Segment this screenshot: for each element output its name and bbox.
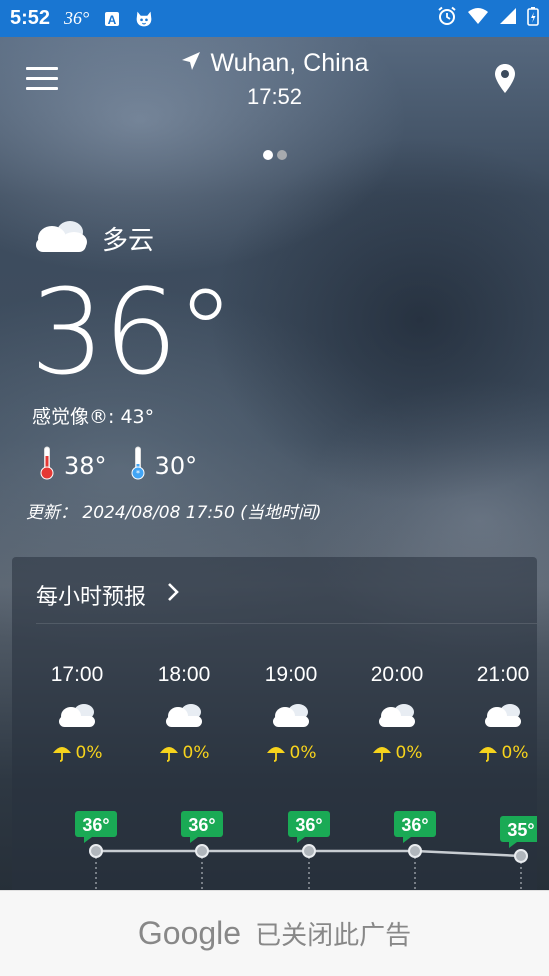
- temp-badge: 36°: [75, 811, 117, 843]
- app-a-icon: A: [103, 10, 121, 28]
- condition-text: 多云: [102, 225, 155, 256]
- thermometer-cold-icon: *: [131, 446, 145, 486]
- chevron-right-icon: [166, 582, 180, 608]
- header: Wuhan, China 17:52: [0, 37, 549, 127]
- hourly-list: 17:00 0% 18:00 0% 19:00 0% 20:00 0% 21:0…: [12, 663, 537, 783]
- hour-time: 19:00: [264, 663, 318, 686]
- ad-closed-text: 已关闭此广告: [255, 921, 412, 951]
- hour-time: 18:00: [157, 663, 211, 686]
- umbrella-icon: [52, 747, 71, 762]
- battery-charging-icon: [527, 6, 539, 31]
- temp-point: [408, 844, 422, 858]
- thermometer-hot-icon: [40, 446, 54, 486]
- status-time: 5:52: [10, 7, 51, 29]
- temp-point: [514, 849, 528, 863]
- hourly-forecast-header[interactable]: 每小时预报: [36, 579, 180, 611]
- temp-label: 36°: [401, 815, 428, 835]
- map-pin-icon: [495, 64, 515, 93]
- rain-chance: 0%: [22, 743, 132, 763]
- signal-icon: [499, 7, 517, 30]
- temp-badge: 36°: [394, 811, 436, 843]
- location-header[interactable]: Wuhan, China 17:52: [0, 49, 549, 110]
- feels-like: 感觉像®: 43°: [32, 406, 155, 428]
- cloudy-icon: [342, 701, 452, 731]
- hour-item[interactable]: 21:00 0%: [448, 663, 537, 763]
- page-indicator: [0, 150, 549, 160]
- status-bar: 5:52 36° A: [0, 0, 549, 37]
- rain-chance-value: 0%: [182, 743, 210, 763]
- rain-chance-value: 0%: [395, 743, 423, 763]
- google-logo: Google: [137, 915, 242, 951]
- location-pin-button[interactable]: [493, 63, 517, 95]
- location-name: Wuhan, China: [210, 49, 369, 77]
- page-dot-active[interactable]: [262, 150, 273, 160]
- rain-chance-value: 0%: [501, 743, 529, 763]
- current-temperature: 36°: [30, 263, 235, 401]
- rain-chance-value: 0%: [75, 743, 103, 763]
- page-dot[interactable]: [276, 150, 287, 160]
- hour-item[interactable]: 20:00 0%: [342, 663, 452, 763]
- cloudy-icon: [22, 701, 132, 731]
- umbrella-icon: [372, 747, 391, 762]
- cloudy-icon: [32, 218, 90, 258]
- hour-time: 17:00: [50, 663, 104, 686]
- umbrella-icon: [266, 747, 285, 762]
- ad-banner[interactable]: Google 已关闭此广告: [0, 890, 549, 976]
- alarm-icon: [437, 6, 457, 31]
- temp-label: 36°: [295, 815, 322, 835]
- hour-item[interactable]: 19:00 0%: [236, 663, 346, 763]
- high-temp: 38°: [64, 452, 107, 480]
- cat-icon: [135, 10, 153, 28]
- card-divider: [36, 623, 537, 624]
- hour-item[interactable]: 18:00 0%: [129, 663, 239, 763]
- low-temp: 30°: [154, 452, 198, 480]
- rain-chance-value: 0%: [289, 743, 317, 763]
- hour-time: 20:00: [370, 663, 424, 686]
- updated-time: 更新： 2024/08/08 17:50 (当地时间): [26, 503, 322, 523]
- navigation-arrow-icon: [181, 49, 201, 78]
- hour-item[interactable]: 17:00 0%: [22, 663, 132, 763]
- high-low-row: 38° * 30°: [40, 446, 221, 486]
- status-temp: 36°: [64, 8, 90, 28]
- cloudy-icon: [129, 701, 239, 731]
- hour-time: 21:00: [476, 663, 530, 686]
- temp-point: [195, 844, 209, 858]
- svg-text:A: A: [108, 13, 117, 27]
- location-time: 17:52: [246, 84, 303, 109]
- temp-label: 35°: [507, 820, 534, 840]
- cloudy-icon: [236, 701, 346, 731]
- temp-badge: 36°: [288, 811, 330, 843]
- wifi-icon: [467, 7, 489, 30]
- temp-point: [302, 844, 316, 858]
- rain-chance: 0%: [236, 743, 346, 763]
- condition-row: 多云: [32, 218, 154, 258]
- cloudy-icon: [448, 701, 537, 731]
- temp-label: 36°: [188, 815, 215, 835]
- temp-label: 36°: [82, 815, 109, 835]
- temp-badge: 36°: [181, 811, 223, 843]
- temp-point: [89, 844, 103, 858]
- umbrella-icon: [159, 747, 178, 762]
- temp-badge: 35°: [500, 816, 537, 848]
- rain-chance: 0%: [448, 743, 537, 763]
- hourly-forecast-title: 每小时预报: [36, 585, 147, 610]
- rain-chance: 0%: [342, 743, 452, 763]
- rain-chance: 0%: [129, 743, 239, 763]
- svg-text:*: *: [136, 469, 140, 478]
- umbrella-icon: [478, 747, 497, 762]
